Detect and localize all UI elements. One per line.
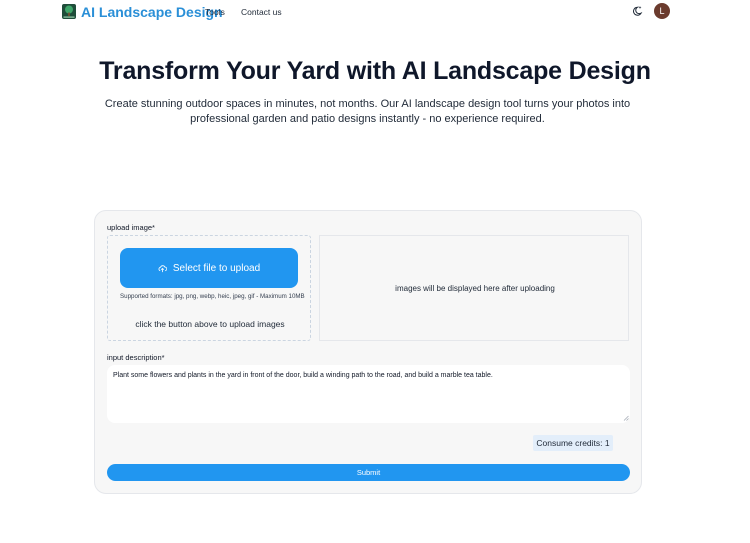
preview-placeholder-text: images will be displayed here after uplo… [395, 284, 555, 293]
brand-name[interactable]: AI Landscape Design [81, 4, 223, 20]
design-form-card: upload image* Select file to upload Supp… [94, 210, 642, 494]
credits-badge: Consume credits: 1 [533, 435, 613, 451]
image-preview-area: images will be displayed here after uplo… [319, 235, 629, 341]
submit-button[interactable]: Submit [107, 464, 630, 481]
nav-link-tools[interactable]: Tools [205, 7, 225, 17]
description-label: input description* [107, 353, 165, 362]
page-title: Transform Your Yard with AI Landscape De… [99, 57, 651, 85]
resize-handle-icon[interactable] [623, 415, 629, 421]
moon-sparkle-icon[interactable] [631, 5, 643, 17]
select-file-label: Select file to upload [172, 262, 261, 274]
supported-formats-text: Supported formats: jpg, png, webp, heic,… [120, 293, 305, 300]
avatar[interactable]: L [654, 3, 670, 19]
upload-dropzone[interactable]: Select file to upload Supported formats:… [107, 235, 311, 341]
tree-logo-icon[interactable] [62, 4, 76, 19]
upload-hint-text: click the button above to upload images [135, 319, 285, 329]
select-file-button[interactable]: Select file to upload [120, 248, 298, 288]
cloud-upload-icon [158, 264, 167, 272]
nav-link-contact[interactable]: Contact us [241, 7, 282, 17]
page-subtitle: Create stunning outdoor spaces in minute… [104, 98, 631, 125]
description-input[interactable]: Plant some flowers and plants in the yar… [107, 365, 630, 423]
upload-image-label: upload image* [107, 223, 155, 232]
navbar: AI Landscape Design Tools Contact us L [0, 0, 750, 24]
